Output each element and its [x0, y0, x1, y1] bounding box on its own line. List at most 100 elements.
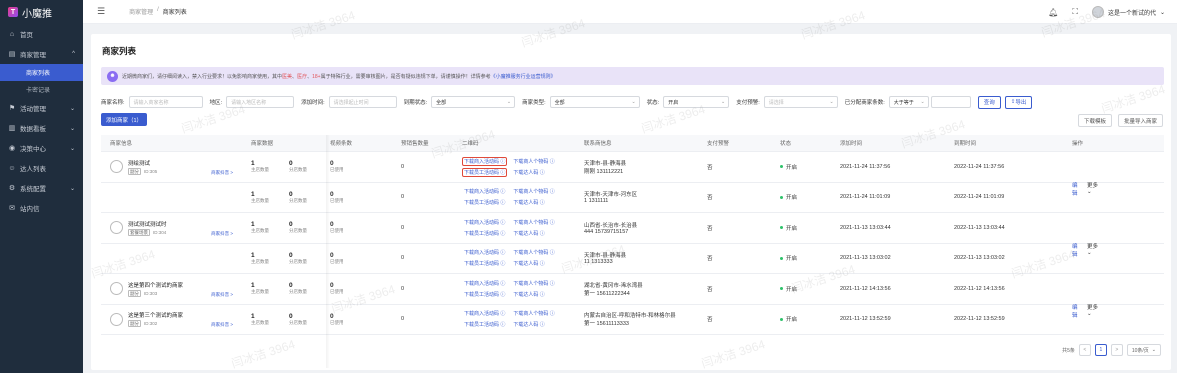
rules-link[interactable]: 《小魔推服务行业运营规则》	[491, 74, 556, 80]
qr-row: 下载员工活动码 ⓘ 下载达人码 ⓘ	[462, 320, 547, 329]
branch-store-label: 分店数量	[289, 258, 307, 264]
download-staff-qr-link[interactable]: 下载员工活动码 ⓘ	[462, 290, 507, 299]
menu-toggle-icon[interactable]: ☰	[97, 6, 105, 17]
sidebar-item-home[interactable]: ⌂ 首页	[0, 24, 83, 44]
export-button[interactable]: ⇪ 导出	[1004, 95, 1033, 109]
shop-type-select[interactable]: 全部 ⌄	[549, 96, 640, 108]
download-talent-qr-link[interactable]: 下载达人码 ⓘ	[511, 168, 546, 177]
shop-douyin-link[interactable]: 商家抖音 >	[211, 231, 233, 237]
download-person-qr-link[interactable]: 下载商人个物码 ⓘ	[511, 218, 556, 227]
download-talent-qr-link[interactable]: 下载达人码 ⓘ	[511, 198, 546, 207]
sidebar-subitem-card-records[interactable]: 卡密记录	[0, 81, 83, 98]
download-staff-qr-link[interactable]: 下载员工活动码 ⓘ	[462, 198, 507, 207]
download-staff-qr-link[interactable]: 下载员工活动码 ⓘ	[462, 167, 508, 177]
breadcrumb-item[interactable]: 商家管理	[129, 7, 153, 16]
download-shop-qr-link[interactable]: 下载商入活动码 ⓘ	[462, 218, 507, 227]
data-labels: 主店数量 分店数量	[251, 289, 317, 295]
filter-label: 添加时间:	[301, 100, 325, 106]
shop-id: ID:305	[144, 168, 158, 174]
expire-status-select[interactable]: 全部 ⌄	[431, 96, 516, 108]
select-value: 大于等于	[893, 99, 914, 106]
shop-douyin-link[interactable]: 商家抖音 >	[211, 292, 233, 298]
cell-expire-time: 2022-11-24 11:01:09	[954, 194, 1005, 201]
sidebar-item-settings[interactable]: ⚙ 系统配置 ⌄	[0, 178, 83, 198]
shop-douyin-link[interactable]: 商家抖音 >	[211, 170, 233, 176]
cell-actions: 编辑 更多 ⌄	[1060, 167, 1104, 197]
edit-button[interactable]: 编辑	[1072, 242, 1083, 258]
download-person-qr-link[interactable]: 下载商人个物码 ⓘ	[511, 309, 556, 318]
next-page-button[interactable]: >	[1110, 344, 1123, 356]
cell-shop-info: 这是第三个测试的商家 副分 ID:302 商家抖音 >	[101, 305, 239, 335]
shop-id: ID:303	[144, 290, 158, 296]
sidebar-item-dashboard[interactable]: ▥ 数据看板 ⌄	[0, 118, 83, 138]
add-time-range-picker[interactable]: 请选择起止时间	[328, 96, 397, 108]
download-shop-qr-link[interactable]: 下载商入活动码 ⓘ	[462, 309, 507, 318]
status-dot	[780, 165, 783, 169]
bot-icon: ☻	[107, 70, 118, 82]
status-text: 开启	[786, 225, 798, 232]
download-shop-qr-link[interactable]: 下载商入活动码 ⓘ	[462, 187, 507, 196]
filter-label: 商家名称:	[101, 100, 125, 106]
cell-expire-time: 2022-11-13 13:03:44	[954, 224, 1005, 231]
download-person-qr-link[interactable]: 下载商人个物码 ⓘ	[511, 248, 556, 257]
prev-page-button[interactable]: <	[1078, 344, 1091, 356]
more-dropdown[interactable]: 更多 ⌄	[1087, 242, 1104, 258]
main-store-label: 主店数量	[251, 258, 269, 264]
sidebar-item-activity[interactable]: ⚑ 活动管理 ⌄	[0, 98, 83, 118]
status-dot	[780, 195, 783, 199]
more-dropdown[interactable]: 更多 ⌄	[1087, 303, 1104, 319]
region-input[interactable]: 请输入地区名称	[226, 96, 295, 108]
download-person-qr-link[interactable]: 下载商人个物码 ⓘ	[511, 279, 556, 288]
shop-name-input[interactable]: 请输入商家名称	[128, 96, 203, 108]
page-size-select[interactable]: 10条/页 ⌄	[1126, 344, 1161, 356]
edit-button[interactable]: 编辑	[1072, 303, 1083, 319]
sidebar-item-label: 站内信	[20, 206, 40, 213]
fullscreen-icon[interactable]: ⛶	[1072, 7, 1078, 17]
logo[interactable]: T 小魔推	[0, 0, 83, 24]
main-store-count: 1	[251, 312, 255, 320]
download-talent-qr-link[interactable]: 下载达人码 ⓘ	[511, 259, 546, 268]
more-dropdown[interactable]: 更多 ⌄	[1087, 181, 1104, 197]
download-talent-qr-link[interactable]: 下载达人码 ⓘ	[511, 290, 546, 299]
add-shop-button[interactable]: 添加商家（1）	[101, 113, 148, 126]
avatar	[110, 160, 123, 174]
user-menu[interactable]: 这是一个新试的代 ⌄	[1091, 6, 1165, 18]
download-shop-qr-link[interactable]: 下载商入活动码 ⓘ	[462, 279, 507, 288]
sidebar-item-decision[interactable]: ◉ 决策中心 ⌄	[0, 138, 83, 158]
download-staff-qr-link[interactable]: 下载员工活动码 ⓘ	[462, 259, 507, 268]
download-template-button[interactable]: 下载模板	[1077, 114, 1112, 127]
cell-pay-warning: 否	[707, 195, 713, 202]
sidebar-item-talent[interactable]: ☺ 达人列表	[0, 158, 83, 178]
download-staff-qr-link[interactable]: 下载员工活动码 ⓘ	[462, 229, 507, 238]
cell-video-count: 0 已使用	[326, 213, 399, 243]
sidebar-item-label: 商家管理	[20, 52, 46, 59]
shop-douyin-link[interactable]: 商家抖音 >	[211, 322, 233, 328]
sidebar-item-shop-manage[interactable]: ▤ 商家管理 ^	[0, 44, 83, 64]
sidebar-subitem-shop-list[interactable]: 商家列表	[0, 64, 83, 81]
pay-warning-select[interactable]: 请选择 ⌄	[763, 96, 838, 108]
search-button[interactable]: 查询	[977, 95, 1001, 109]
download-talent-qr-link[interactable]: 下载达人码 ⓘ	[511, 320, 546, 329]
download-person-qr-link[interactable]: 下载商人个物码 ⓘ	[511, 187, 556, 196]
table-row: 测绘测试 副分 ID:305 商家抖音 >1 0 主店数量 分店数量 0 已使用 0 下载商入活动码…	[101, 152, 1164, 197]
download-talent-qr-link[interactable]: 下载达人码 ⓘ	[511, 229, 546, 238]
download-staff-qr-link[interactable]: 下载员工活动码 ⓘ	[462, 320, 507, 329]
edit-button[interactable]: 编辑	[1072, 181, 1083, 197]
chevron-up-icon: ^	[72, 51, 75, 57]
bell-icon[interactable]: 🔔︎	[1048, 8, 1058, 17]
cell-expire-time: 2022-11-13 13:03:02	[954, 255, 1005, 262]
avatar	[110, 221, 123, 235]
cell-contact: 天津市-县-静海县 11 1313333	[582, 244, 705, 274]
download-shop-qr-link[interactable]: 下载商入活动码 ⓘ	[462, 248, 507, 257]
shop-meta: 副分 ID:305	[128, 167, 158, 175]
chevron-down-icon: ⌄	[631, 99, 636, 105]
batch-import-button[interactable]: 批量导入商家	[1117, 114, 1163, 127]
sidebar-item-messages[interactable]: ✉ 站内信	[0, 198, 83, 218]
video-count: 0	[330, 190, 334, 198]
download-shop-qr-link[interactable]: 下载商入活动码 ⓘ	[462, 156, 508, 166]
status-select[interactable]: 开启 ⌄	[663, 96, 730, 108]
page-button[interactable]: 1	[1094, 344, 1107, 356]
dist-count-input[interactable]	[930, 96, 971, 108]
dist-count-operator-select[interactable]: 大于等于 ⌄	[888, 96, 929, 108]
download-person-qr-link[interactable]: 下载商人个物码 ⓘ	[511, 157, 556, 166]
